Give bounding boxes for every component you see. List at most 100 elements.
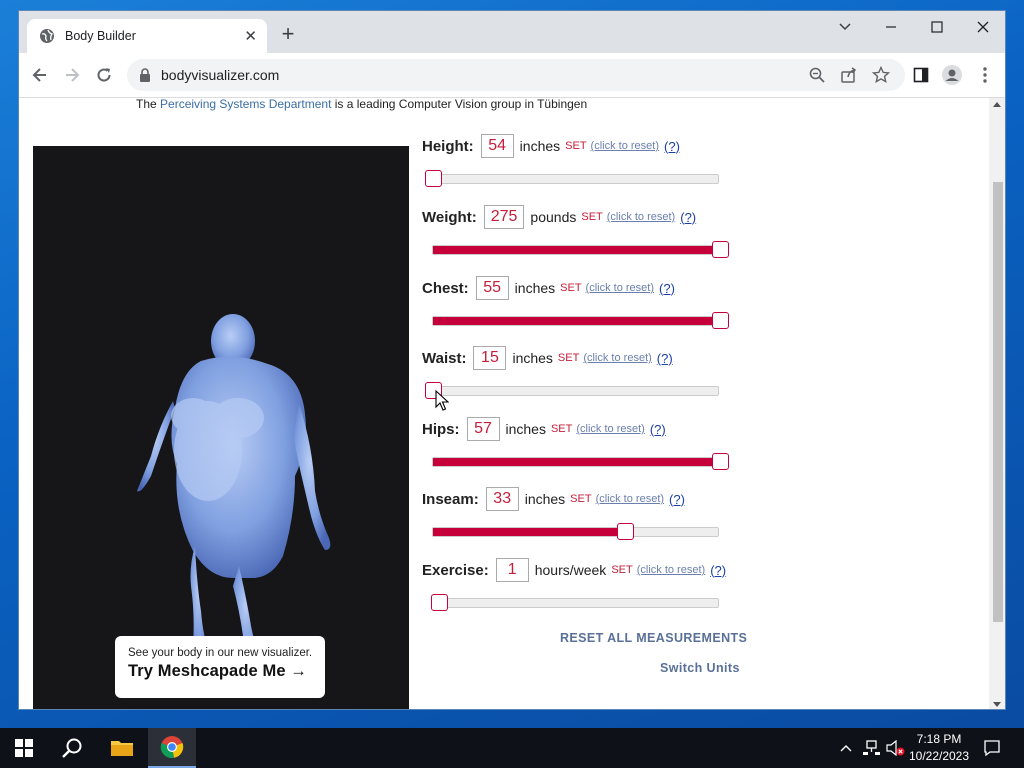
set-indicator: SET bbox=[557, 352, 580, 364]
slider-fill bbox=[433, 458, 720, 466]
measurement-row: Chest: 55 inches SET (click to reset) (?) bbox=[422, 276, 675, 300]
set-indicator: SET bbox=[611, 564, 633, 576]
measurement-slider[interactable] bbox=[432, 312, 729, 329]
click-to-reset-link[interactable]: (click to reset) bbox=[591, 140, 659, 152]
lock-icon bbox=[139, 68, 151, 87]
measurement-row: Waist: 15 inches SET (click to reset) (?) bbox=[422, 346, 673, 370]
close-window-button[interactable] bbox=[960, 11, 1005, 43]
help-link[interactable]: (?) bbox=[669, 492, 685, 507]
reload-icon[interactable] bbox=[93, 64, 115, 86]
notification-icon[interactable] bbox=[978, 728, 1006, 768]
close-tab-icon[interactable]: ✕ bbox=[244, 27, 257, 45]
measurement-row: Hips: 57 inches SET (click to reset) (?) bbox=[422, 417, 666, 441]
set-indicator: SET bbox=[560, 282, 582, 294]
minimize-button[interactable] bbox=[868, 11, 914, 43]
set-indicator: SET bbox=[581, 211, 603, 223]
help-link[interactable]: (?) bbox=[659, 281, 675, 296]
zoom-icon[interactable] bbox=[808, 66, 826, 89]
intro-text: The Perceiving Systems Department is a l… bbox=[136, 98, 587, 111]
meshcapade-promo[interactable]: See your body in our new visualizer. Try… bbox=[115, 636, 325, 698]
measurement-slider[interactable] bbox=[425, 382, 719, 399]
new-tab-button[interactable]: + bbox=[277, 23, 299, 46]
click-to-reset-link[interactable]: (click to reset) bbox=[576, 423, 644, 435]
reset-all-button[interactable]: RESET ALL MEASUREMENTS bbox=[560, 631, 747, 645]
browser-tab[interactable]: Body Builder ✕ bbox=[27, 19, 267, 53]
globe-icon bbox=[39, 28, 55, 44]
measurement-slider[interactable] bbox=[431, 594, 719, 611]
intro-suffix: is a leading Computer Vision group in Tü… bbox=[331, 98, 588, 111]
measurement-unit: inches bbox=[519, 138, 561, 154]
measurement-slider[interactable] bbox=[432, 241, 729, 258]
measurement-slider[interactable] bbox=[432, 523, 719, 540]
body-model-figure bbox=[137, 314, 331, 666]
tab-search-chevron-icon[interactable] bbox=[822, 11, 868, 43]
measurement-slider[interactable] bbox=[432, 453, 729, 470]
file-explorer-icon[interactable] bbox=[98, 728, 146, 768]
measurement-value-input[interactable]: 15 bbox=[473, 346, 507, 370]
slider-handle[interactable] bbox=[425, 170, 442, 187]
network-icon[interactable] bbox=[860, 728, 882, 768]
help-link[interactable]: (?) bbox=[650, 422, 666, 437]
help-link[interactable]: (?) bbox=[680, 210, 696, 225]
address-bar[interactable]: bodyvisualizer.com bbox=[127, 59, 905, 91]
promo-subtitle: See your body in our new visualizer. bbox=[128, 647, 313, 659]
taskbar: 7:18 PM 10/22/2023 bbox=[0, 728, 1024, 768]
volume-muted-icon[interactable] bbox=[884, 728, 906, 768]
slider-handle[interactable] bbox=[712, 312, 729, 329]
measurement-value-input[interactable]: 57 bbox=[466, 417, 500, 441]
measurement-value-input[interactable]: 54 bbox=[480, 134, 514, 158]
measurement-row: Weight: 275 pounds SET (click to reset) (?) bbox=[422, 205, 696, 229]
promo-cta[interactable]: Try Meshcapade Me → bbox=[128, 662, 325, 681]
help-link[interactable]: (?) bbox=[664, 139, 680, 154]
taskbar-clock[interactable]: 7:18 PM 10/22/2023 bbox=[905, 731, 973, 765]
measurement-slider[interactable] bbox=[425, 170, 719, 187]
measurement-label: Height: bbox=[422, 137, 474, 155]
measurement-unit: hours/week bbox=[534, 562, 607, 578]
side-panel-icon[interactable] bbox=[910, 64, 932, 86]
measurement-value-input[interactable]: 1 bbox=[495, 558, 529, 582]
slider-handle[interactable] bbox=[712, 241, 729, 258]
chrome-taskbar-icon[interactable] bbox=[148, 728, 196, 768]
measurement-label: Weight: bbox=[422, 208, 477, 226]
click-to-reset-link[interactable]: (click to reset) bbox=[637, 564, 705, 576]
click-to-reset-link[interactable]: (click to reset) bbox=[607, 211, 675, 223]
title-bar: Body Builder ✕ + bbox=[19, 11, 1005, 53]
bookmark-star-icon[interactable] bbox=[871, 65, 891, 89]
help-link[interactable]: (?) bbox=[710, 563, 726, 578]
set-indicator: SET bbox=[570, 493, 592, 505]
measurement-value-input[interactable]: 33 bbox=[485, 487, 519, 511]
help-link[interactable]: (?) bbox=[657, 351, 673, 366]
url-text: bodyvisualizer.com bbox=[161, 67, 280, 83]
search-icon[interactable] bbox=[48, 728, 96, 768]
measurement-unit: inches bbox=[512, 350, 553, 366]
click-to-reset-link[interactable]: (click to reset) bbox=[583, 352, 651, 364]
measurement-row: Inseam: 33 inches SET (click to reset) (?) bbox=[422, 487, 685, 511]
scroll-up-icon[interactable] bbox=[993, 102, 1001, 107]
measurement-value-input[interactable]: 275 bbox=[483, 205, 525, 229]
maximize-button[interactable] bbox=[914, 11, 960, 43]
windows-start-icon[interactable] bbox=[0, 728, 48, 768]
switch-units-button[interactable]: Switch Units bbox=[660, 661, 740, 675]
slider-handle[interactable] bbox=[617, 523, 634, 540]
body-3d-viewer[interactable]: See your body in our new visualizer. Try… bbox=[33, 146, 409, 709]
forward-arrow-icon[interactable] bbox=[61, 64, 83, 86]
browser-toolbar: bodyvisualizer.com bbox=[19, 53, 1005, 98]
click-to-reset-link[interactable]: (click to reset) bbox=[586, 282, 654, 294]
profile-avatar-icon[interactable] bbox=[941, 64, 963, 86]
slider-fill bbox=[433, 246, 720, 254]
slider-handle[interactable] bbox=[712, 453, 729, 470]
scroll-down-icon[interactable] bbox=[993, 702, 1001, 707]
share-icon[interactable] bbox=[840, 66, 858, 89]
scrollbar-thumb[interactable] bbox=[993, 182, 1003, 622]
page-scrollbar[interactable] bbox=[989, 98, 1005, 709]
click-to-reset-link[interactable]: (click to reset) bbox=[596, 493, 664, 505]
measurement-label: Inseam: bbox=[422, 490, 479, 508]
tray-chevron-up-icon[interactable] bbox=[836, 728, 856, 768]
slider-handle[interactable] bbox=[431, 594, 448, 611]
tab-title: Body Builder bbox=[65, 29, 136, 43]
back-arrow-icon[interactable] bbox=[29, 64, 51, 86]
color-slider-handle[interactable] bbox=[251, 709, 267, 710]
menu-dots-icon[interactable] bbox=[974, 64, 996, 86]
measurement-value-input[interactable]: 55 bbox=[475, 276, 509, 300]
perceiving-systems-link[interactable]: Perceiving Systems Department bbox=[160, 98, 331, 111]
